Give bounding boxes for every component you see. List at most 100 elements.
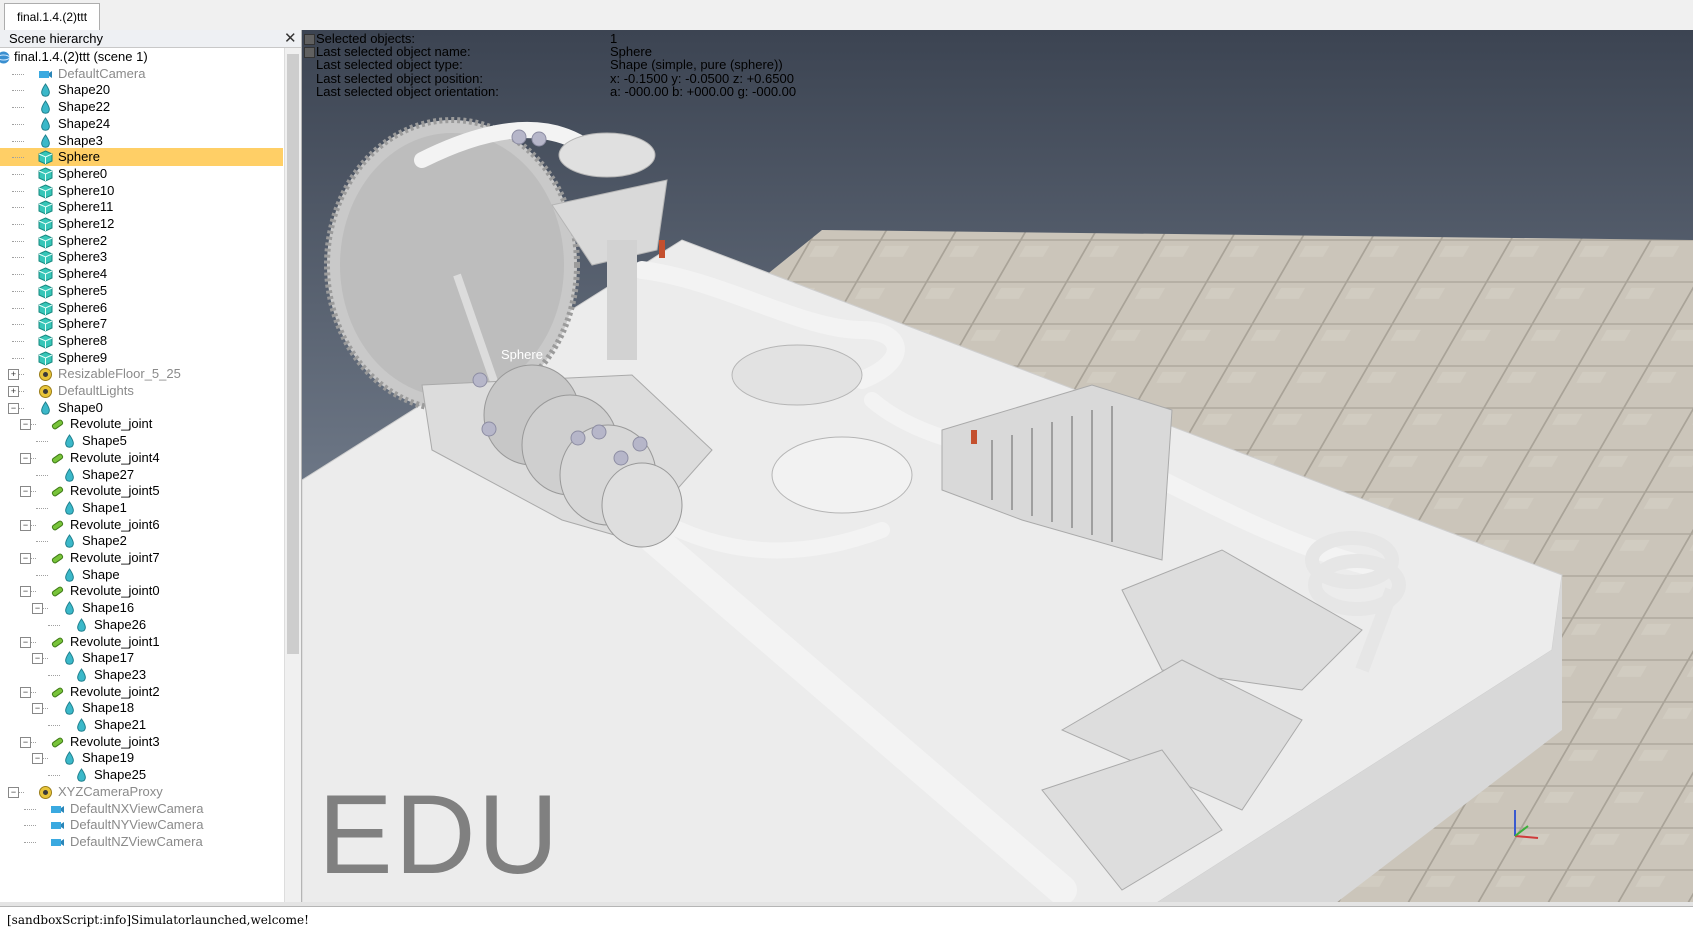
- scene-tab[interactable]: final.1.4.(2)ttt: [4, 3, 101, 30]
- collapse-icon[interactable]: −: [20, 486, 31, 498]
- joint-icon: [50, 685, 65, 700]
- tree-connector: [12, 240, 24, 242]
- shape-icon: [62, 701, 77, 716]
- tree-node[interactable]: Shape3: [0, 132, 283, 150]
- tree-node[interactable]: − XYZCameraProxy: [0, 783, 283, 801]
- tree-node[interactable]: Shape21: [0, 716, 283, 734]
- tree-node[interactable]: Sphere0: [0, 165, 283, 183]
- tree-connector: [24, 808, 36, 810]
- tree-node[interactable]: Sphere: [0, 148, 283, 167]
- collapse-icon[interactable]: −: [8, 402, 19, 414]
- collapse-icon[interactable]: −: [32, 603, 43, 615]
- tree-node[interactable]: DefaultCamera: [0, 65, 283, 83]
- cube-icon: [38, 150, 53, 165]
- tree-node[interactable]: Sphere10: [0, 182, 283, 200]
- tree-node[interactable]: Sphere7: [0, 315, 283, 333]
- tree-node-label: Shape2: [82, 533, 127, 549]
- tree-node[interactable]: Shape20: [0, 81, 283, 99]
- tree-node[interactable]: Sphere9: [0, 349, 283, 367]
- tree-node[interactable]: Sphere11: [0, 198, 283, 216]
- tree-node[interactable]: Shape22: [0, 98, 283, 116]
- tree-node[interactable]: − Shape18: [0, 699, 283, 717]
- collapse-icon[interactable]: −: [20, 519, 31, 531]
- info-toggle-icon[interactable]: [304, 47, 315, 59]
- tree-node[interactable]: −final.1.4.(2)ttt (scene 1): [0, 48, 283, 66]
- tree-node-label: Shape3: [58, 132, 103, 148]
- tree-node[interactable]: Sphere6: [0, 299, 283, 317]
- tree-node[interactable]: DefaultNXViewCamera: [0, 800, 283, 818]
- tree-node[interactable]: Sphere12: [0, 215, 283, 233]
- expand-icon[interactable]: +: [8, 369, 19, 381]
- cube-icon: [38, 184, 53, 199]
- expand-icon[interactable]: +: [8, 386, 19, 397]
- tree-node[interactable]: − Revolute_joint2: [0, 683, 283, 701]
- tree-node-label: Revolute_joint: [70, 416, 153, 432]
- tree-node[interactable]: − Revolute_joint6: [0, 516, 283, 534]
- tree-node[interactable]: Sphere4: [0, 265, 283, 283]
- tree-node[interactable]: − Shape16: [0, 599, 283, 617]
- info-toggle-icon[interactable]: [304, 34, 315, 45]
- tree-node[interactable]: Shape: [0, 566, 283, 584]
- collapse-icon[interactable]: −: [20, 586, 31, 598]
- tree-node[interactable]: Shape2: [0, 532, 283, 550]
- tree-node-label: Sphere9: [58, 349, 108, 365]
- tree-node[interactable]: − Revolute_joint: [0, 415, 283, 433]
- joint-icon: [50, 417, 65, 432]
- collapse-icon[interactable]: −: [32, 753, 43, 765]
- tree-node-label: Sphere0: [58, 165, 108, 181]
- tree-node[interactable]: − Revolute_joint1: [0, 633, 283, 651]
- collapse-icon[interactable]: −: [20, 686, 31, 698]
- tree-node[interactable]: Shape1: [0, 499, 283, 517]
- status-console: [sandboxScript:info]Simulatorlaunched,we…: [0, 906, 1693, 943]
- collapse-icon[interactable]: −: [32, 653, 43, 665]
- tree-connector: [12, 173, 24, 175]
- tree-node[interactable]: DefaultNZViewCamera: [0, 833, 283, 851]
- tree-node[interactable]: Shape26: [0, 616, 283, 634]
- shape-icon: [38, 133, 53, 149]
- tree-node[interactable]: + DefaultLights: [0, 382, 283, 400]
- tree-node[interactable]: − Revolute_joint0: [0, 582, 283, 600]
- shape-icon: [62, 467, 77, 483]
- tree-node-label: Shape27: [82, 466, 135, 482]
- tree-node[interactable]: − Shape19: [0, 749, 283, 767]
- tree-node[interactable]: Shape5: [0, 432, 283, 450]
- collapse-icon[interactable]: −: [32, 703, 43, 715]
- tree-node[interactable]: − Revolute_joint5: [0, 482, 283, 500]
- tree-node[interactable]: DefaultNYViewCamera: [0, 816, 283, 834]
- hierarchy-scrollbar[interactable]: [284, 48, 301, 906]
- tree-node[interactable]: Shape25: [0, 766, 283, 784]
- tree-connector: [48, 624, 60, 626]
- collapse-icon[interactable]: −: [20, 419, 31, 431]
- scrollbar-thumb[interactable]: [287, 54, 299, 654]
- collapse-icon[interactable]: −: [20, 553, 31, 564]
- tree-connector: [36, 507, 48, 509]
- tree-node[interactable]: − Revolute_joint3: [0, 733, 283, 751]
- collapse-icon[interactable]: −: [20, 736, 31, 748]
- shape-icon: [62, 651, 77, 666]
- tree-connector: [36, 474, 48, 476]
- tree-node-label: Shape19: [82, 750, 135, 766]
- tree-node[interactable]: + ResizableFloor_5_25: [0, 365, 283, 383]
- tree-node[interactable]: Shape27: [0, 466, 283, 484]
- collapse-icon[interactable]: −: [20, 636, 31, 648]
- tree-node[interactable]: Shape23: [0, 666, 283, 684]
- tree-node-label: Shape1: [82, 499, 127, 515]
- tree-node-label: Sphere2: [58, 232, 108, 248]
- tree-node[interactable]: − Shape0: [0, 399, 283, 417]
- collapse-icon[interactable]: −: [8, 786, 19, 798]
- tree-node[interactable]: Sphere8: [0, 332, 283, 350]
- tree-node[interactable]: Sphere2: [0, 232, 283, 250]
- tree-node[interactable]: − Revolute_joint4: [0, 449, 283, 467]
- tree-node[interactable]: Sphere5: [0, 282, 283, 300]
- close-icon[interactable]: ✕: [284, 30, 297, 47]
- collapse-icon[interactable]: −: [20, 452, 31, 464]
- shape-icon: [74, 668, 89, 683]
- tree-node[interactable]: Shape24: [0, 115, 283, 133]
- tree-connector: [12, 307, 24, 309]
- tree-node[interactable]: − Revolute_joint7: [0, 549, 283, 567]
- tree-node[interactable]: Sphere3: [0, 248, 283, 266]
- joint-icon: [50, 484, 65, 499]
- console-message: [sandboxScript:info]Simulatorlaunched,we…: [7, 913, 309, 927]
- tree-node[interactable]: − Shape17: [0, 649, 283, 667]
- tree-node-label: Shape22: [58, 99, 111, 115]
